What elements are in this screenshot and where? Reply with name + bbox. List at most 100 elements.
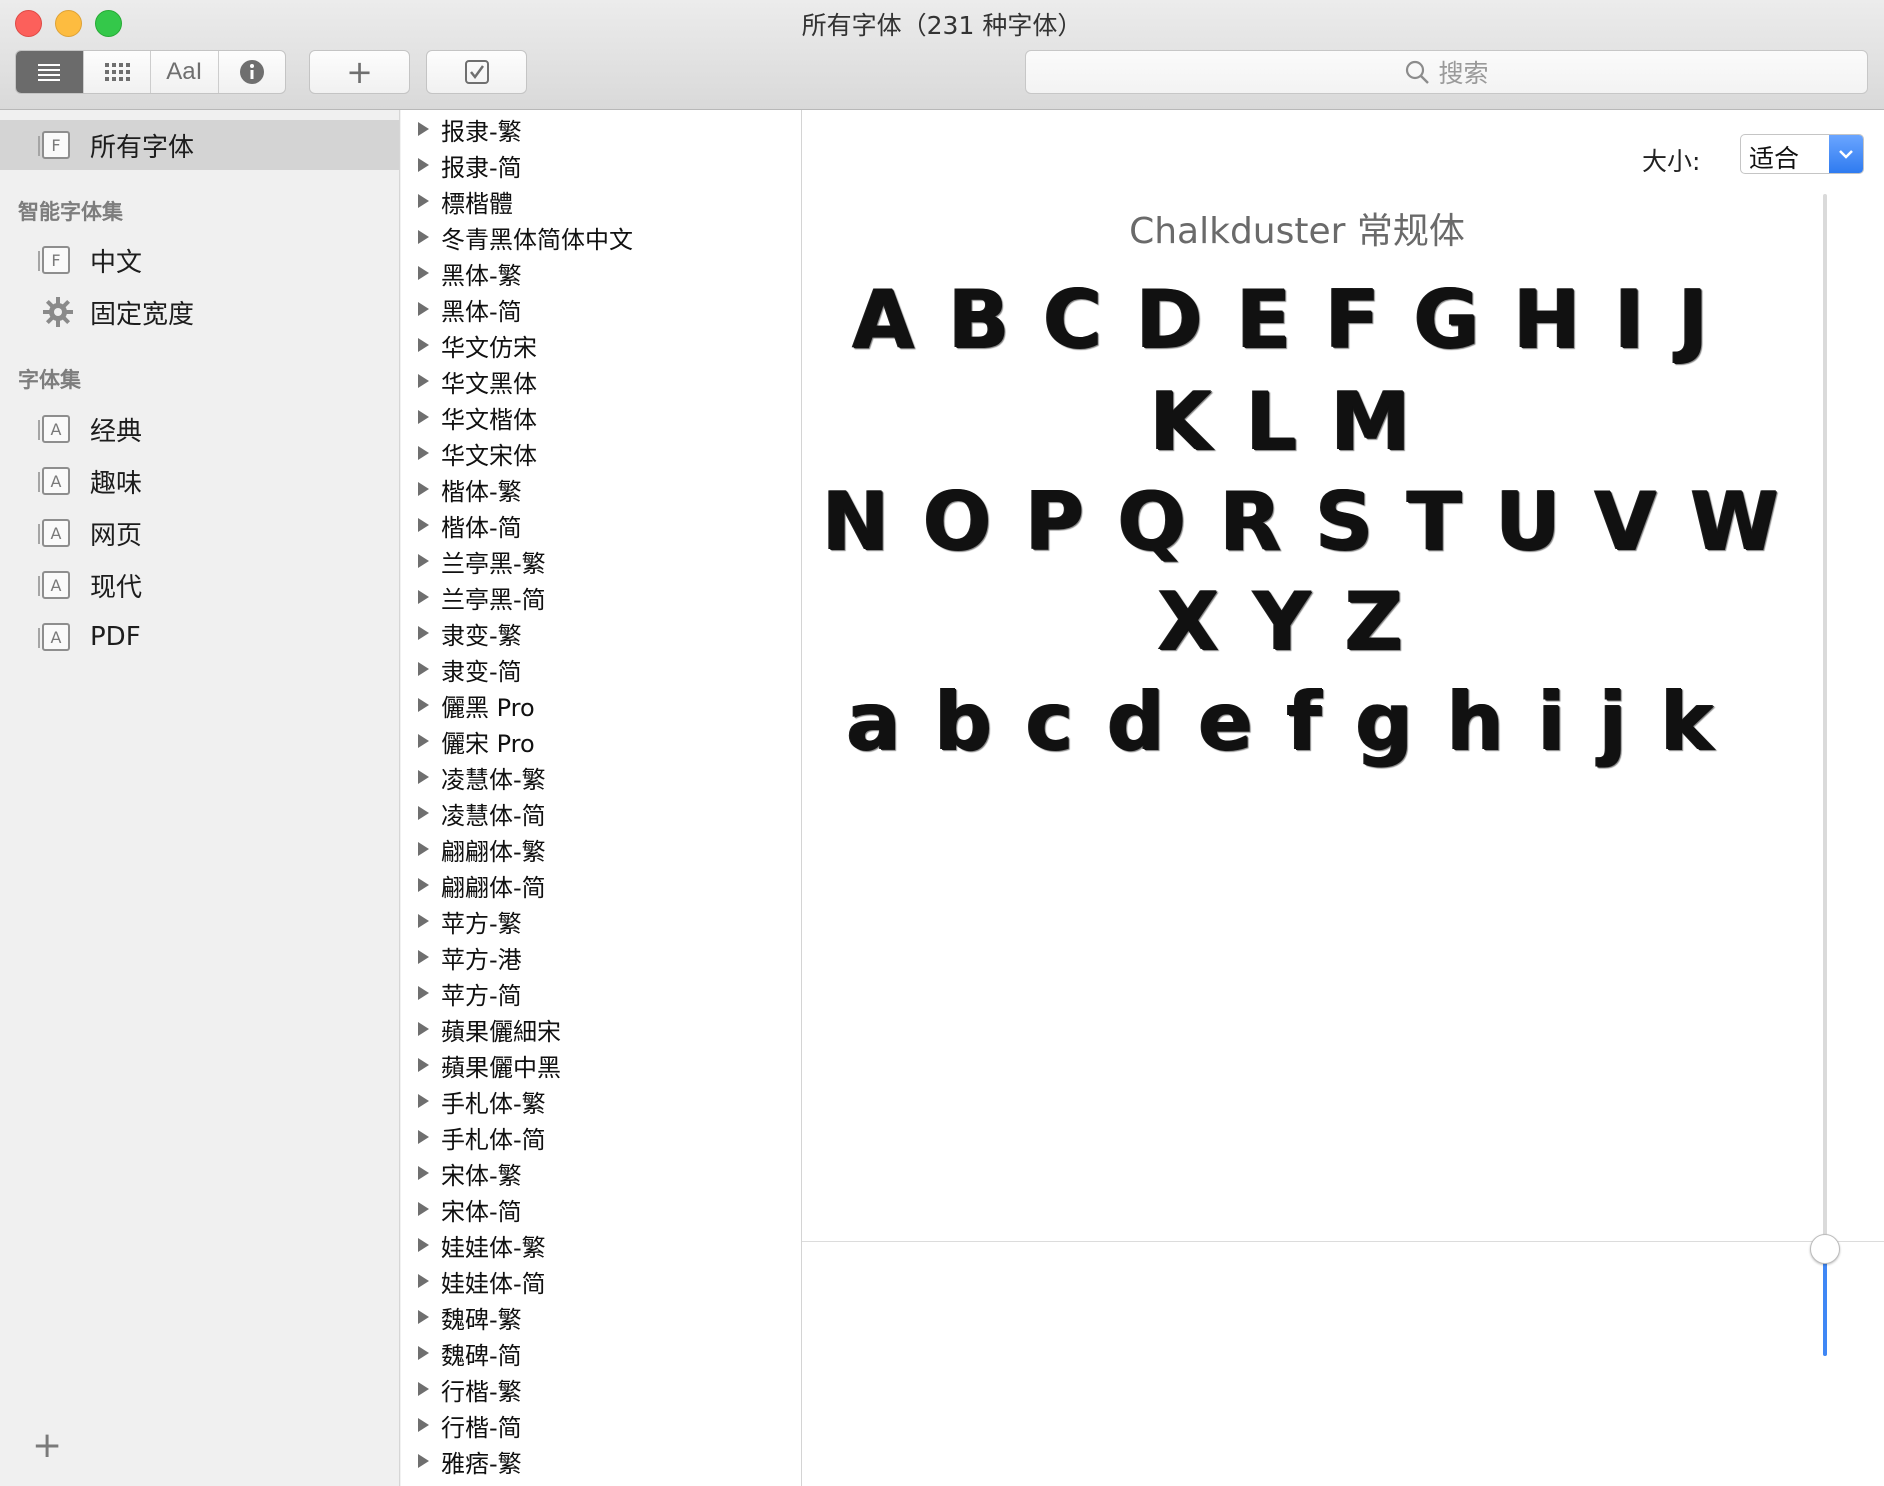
disclosure-triangle-icon[interactable] (418, 1238, 429, 1252)
font-family-row[interactable]: 冬青黑体简体中文 (401, 219, 801, 255)
disclosure-triangle-icon[interactable] (418, 590, 429, 604)
disclosure-triangle-icon[interactable] (418, 158, 429, 172)
font-family-label: 凌慧体-繁 (441, 765, 546, 794)
font-family-row[interactable]: 华文宋体 (401, 435, 801, 471)
font-family-row[interactable]: 华文黑体 (401, 363, 801, 399)
font-family-row[interactable]: 报隶-繁 (401, 111, 801, 147)
font-family-row[interactable]: 蘋果儷中黑 (401, 1047, 801, 1083)
disclosure-triangle-icon[interactable] (418, 482, 429, 496)
font-family-row[interactable]: 娃娃体-简 (401, 1263, 801, 1299)
sidebar-item-fixed-width[interactable]: 固定宽度 (0, 287, 399, 337)
disclosure-triangle-icon[interactable] (418, 266, 429, 280)
font-family-row[interactable]: 凌慧体-繁 (401, 759, 801, 795)
validate-font-button[interactable] (426, 50, 527, 94)
grid-view-button[interactable] (84, 51, 151, 93)
font-family-row[interactable]: 雅痞-繁 (401, 1443, 801, 1479)
disclosure-triangle-icon[interactable] (418, 374, 429, 388)
font-family-row[interactable]: 翩翩体-简 (401, 867, 801, 903)
font-family-list[interactable]: 报隶-繁 报隶-简 標楷體 冬青黑体简体中文 黑体-繁 黑体-简 华文仿宋 华文黑体 华文楷体华… (401, 110, 802, 1486)
font-family-row[interactable]: 报隶-简 (401, 147, 801, 183)
disclosure-triangle-icon[interactable] (418, 986, 429, 1000)
disclosure-triangle-icon[interactable] (418, 230, 429, 244)
font-family-row[interactable]: 隶变-简 (401, 651, 801, 687)
disclosure-triangle-icon[interactable] (418, 338, 429, 352)
sidebar-item-all-fonts[interactable]: F 所有字体 (0, 120, 399, 170)
size-slider-track[interactable] (1823, 194, 1827, 1356)
sidebar-item-label: 现代 (90, 572, 143, 603)
disclosure-triangle-icon[interactable] (418, 1022, 429, 1036)
font-family-row[interactable]: 手札体-简 (401, 1119, 801, 1155)
font-family-label: 儷黑 Pro (441, 693, 535, 722)
font-family-row[interactable]: 苹方-港 (401, 939, 801, 975)
view-mode-segmented-control[interactable]: AaI (15, 50, 286, 94)
font-family-row[interactable]: 行楷-繁 (401, 1371, 801, 1407)
disclosure-triangle-icon[interactable] (418, 770, 429, 784)
disclosure-triangle-icon[interactable] (418, 698, 429, 712)
disclosure-triangle-icon[interactable] (418, 1130, 429, 1144)
size-slider-knob[interactable] (1810, 1234, 1840, 1264)
disclosure-triangle-icon[interactable] (418, 734, 429, 748)
disclosure-triangle-icon[interactable] (418, 1202, 429, 1216)
disclosure-triangle-icon[interactable] (418, 1058, 429, 1072)
font-family-row[interactable]: 楷体-繁 (401, 471, 801, 507)
list-view-button[interactable] (16, 51, 84, 93)
font-family-row[interactable]: 宋体-繁 (401, 1155, 801, 1191)
font-family-row[interactable]: 魏碑-繁 (401, 1299, 801, 1335)
add-font-button[interactable]: + (309, 50, 410, 94)
font-family-row[interactable]: 宋体-简 (401, 1191, 801, 1227)
disclosure-triangle-icon[interactable] (418, 626, 429, 640)
disclosure-triangle-icon[interactable] (418, 878, 429, 892)
size-select[interactable]: 适合 (1740, 134, 1864, 174)
font-family-row[interactable]: 华文楷体 (401, 399, 801, 435)
font-family-row[interactable]: 兰亭黑-简 (401, 579, 801, 615)
disclosure-triangle-icon[interactable] (418, 122, 429, 136)
font-family-row[interactable]: 手札体-繁 (401, 1083, 801, 1119)
font-family-row[interactable]: 儷宋 Pro (401, 723, 801, 759)
info-button[interactable] (219, 51, 286, 93)
disclosure-triangle-icon[interactable] (418, 194, 429, 208)
font-family-row[interactable]: 兰亭黑-繁 (401, 543, 801, 579)
disclosure-triangle-icon[interactable] (418, 914, 429, 928)
disclosure-triangle-icon[interactable] (418, 1454, 429, 1468)
disclosure-triangle-icon[interactable] (418, 842, 429, 856)
font-family-row[interactable]: 翩翩体-繁 (401, 831, 801, 867)
sample-view-button[interactable]: AaI (151, 51, 219, 93)
font-family-row[interactable]: 苹方-繁 (401, 903, 801, 939)
sidebar-item-chinese[interactable]: F 中文 (0, 235, 399, 285)
font-family-row[interactable]: 楷体-简 (401, 507, 801, 543)
sidebar-item-pdf[interactable]: A PDF (0, 612, 399, 662)
font-family-row[interactable]: 儷黑 Pro (401, 687, 801, 723)
disclosure-triangle-icon[interactable] (418, 950, 429, 964)
font-family-row[interactable]: 苹方-简 (401, 975, 801, 1011)
disclosure-triangle-icon[interactable] (418, 446, 429, 460)
font-family-row[interactable]: 標楷體 (401, 183, 801, 219)
sidebar-item-fun[interactable]: A 趣味 (0, 456, 399, 506)
disclosure-triangle-icon[interactable] (418, 302, 429, 316)
disclosure-triangle-icon[interactable] (418, 1274, 429, 1288)
font-family-row[interactable]: 凌慧体-简 (401, 795, 801, 831)
font-family-row[interactable]: 娃娃体-繁 (401, 1227, 801, 1263)
font-family-row[interactable]: 黑体-简 (401, 291, 801, 327)
font-family-row[interactable]: 魏碑-简 (401, 1335, 801, 1371)
disclosure-triangle-icon[interactable] (418, 662, 429, 676)
disclosure-triangle-icon[interactable] (418, 554, 429, 568)
font-family-row[interactable]: 隶变-繁 (401, 615, 801, 651)
disclosure-triangle-icon[interactable] (418, 1310, 429, 1324)
disclosure-triangle-icon[interactable] (418, 806, 429, 820)
sidebar-item-classic[interactable]: A 经典 (0, 404, 399, 454)
sidebar-item-web[interactable]: A 网页 (0, 508, 399, 558)
font-family-row[interactable]: 行楷-简 (401, 1407, 801, 1443)
font-family-row[interactable]: 黑体-繁 (401, 255, 801, 291)
search-field[interactable]: 搜索 (1025, 50, 1868, 94)
sidebar-item-modern[interactable]: A 现代 (0, 560, 399, 610)
disclosure-triangle-icon[interactable] (418, 410, 429, 424)
disclosure-triangle-icon[interactable] (418, 1346, 429, 1360)
disclosure-triangle-icon[interactable] (418, 1418, 429, 1432)
disclosure-triangle-icon[interactable] (418, 1382, 429, 1396)
font-family-row[interactable]: 华文仿宋 (401, 327, 801, 363)
disclosure-triangle-icon[interactable] (418, 1166, 429, 1180)
disclosure-triangle-icon[interactable] (418, 518, 429, 532)
add-collection-button[interactable]: + (32, 1428, 62, 1464)
font-family-row[interactable]: 蘋果儷細宋 (401, 1011, 801, 1047)
disclosure-triangle-icon[interactable] (418, 1094, 429, 1108)
